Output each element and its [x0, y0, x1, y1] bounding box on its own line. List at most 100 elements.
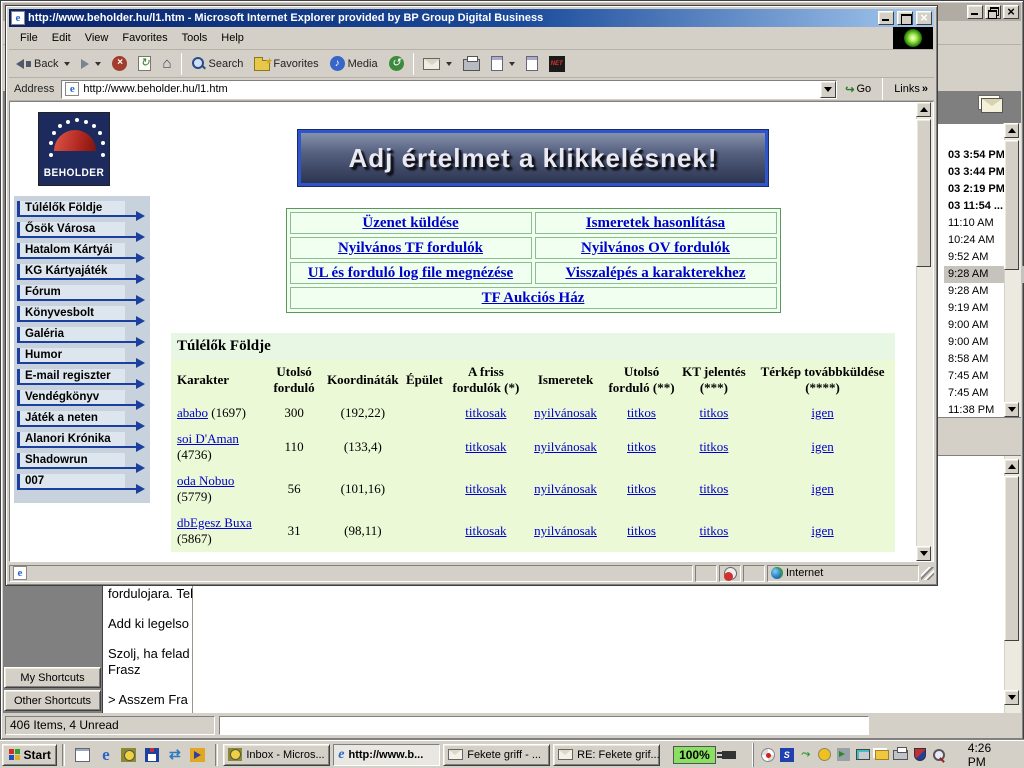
- close-button[interactable]: [916, 11, 932, 25]
- scrollbar-thumb[interactable]: [916, 119, 931, 267]
- magnifier-icon[interactable]: [931, 747, 947, 763]
- printer-icon[interactable]: [893, 747, 909, 763]
- page-scrollbar[interactable]: [916, 102, 933, 561]
- maximize-button[interactable]: [897, 11, 913, 25]
- knowledge-link[interactable]: nyilvánosak: [534, 405, 597, 420]
- map-link[interactable]: igen: [811, 523, 833, 538]
- nav-konyvesbolt[interactable]: Könyvesbolt: [17, 306, 125, 322]
- fresh-link[interactable]: titkosak: [465, 523, 506, 538]
- nav-vendegkonyv[interactable]: Vendégkönyv: [17, 390, 125, 406]
- back-dropdown-icon[interactable]: [64, 62, 70, 66]
- menu-tools[interactable]: Tools: [175, 29, 215, 47]
- message-list-scrollbar[interactable]: [1004, 123, 1021, 417]
- nav-tulelok-foldje[interactable]: Túlélők Földje: [17, 201, 125, 217]
- net-button[interactable]: NET: [544, 53, 570, 75]
- fan-icon[interactable]: [760, 747, 776, 763]
- scroll-down-icon[interactable]: [916, 546, 931, 561]
- messenger-icon[interactable]: [817, 747, 833, 763]
- lastturn-link[interactable]: titkos: [627, 439, 656, 454]
- banner[interactable]: Adj értelmet a klikkelésnek!: [298, 130, 768, 186]
- forward-dropdown-icon[interactable]: [95, 62, 101, 66]
- back-button[interactable]: Back: [11, 55, 75, 73]
- fresh-link[interactable]: titkosak: [465, 405, 506, 420]
- sync-icon[interactable]: ⇄: [166, 746, 183, 763]
- nav-shadowrun[interactable]: Shadowrun: [17, 453, 125, 469]
- report-link[interactable]: titkos: [699, 523, 728, 538]
- knowledge-link[interactable]: nyilvánosak: [534, 439, 597, 454]
- media-player-icon[interactable]: [189, 746, 206, 763]
- nav-alanori-kronika[interactable]: Alanori Krónika: [17, 432, 125, 448]
- mail-dropdown-icon[interactable]: [446, 62, 452, 66]
- link-ul-log-file[interactable]: UL és forduló log file megnézése: [308, 265, 513, 281]
- link-uzenet-kuldese[interactable]: Üzenet küldése: [362, 215, 458, 231]
- fresh-link[interactable]: titkosak: [465, 439, 506, 454]
- floppy-save-icon[interactable]: [143, 746, 160, 763]
- link-nyilvanos-tf-fordulok[interactable]: Nyilvános TF fordulók: [338, 240, 483, 256]
- start-button[interactable]: Start: [2, 744, 57, 766]
- my-shortcuts-button[interactable]: My Shortcuts: [4, 667, 101, 688]
- nav-007[interactable]: 007: [17, 474, 125, 490]
- connection-icon[interactable]: ⤳: [798, 747, 814, 763]
- character-link[interactable]: dbEgesz Buxa: [177, 515, 252, 530]
- task-button-ie-active[interactable]: ehttp://www.b...: [333, 744, 440, 766]
- report-link[interactable]: titkos: [699, 405, 728, 420]
- history-button[interactable]: ↺: [384, 53, 409, 74]
- outlook-close-button[interactable]: [1003, 5, 1019, 19]
- nav-forum[interactable]: Fórum: [17, 285, 125, 301]
- character-link[interactable]: oda Nobuo: [177, 473, 234, 488]
- display-icon[interactable]: [855, 747, 871, 763]
- minimize-button[interactable]: [878, 11, 894, 25]
- links-chevron-icon[interactable]: »: [922, 83, 928, 95]
- menu-edit[interactable]: Edit: [45, 29, 78, 47]
- knowledge-link[interactable]: nyilvánosak: [534, 523, 597, 538]
- nav-humor[interactable]: Humor: [17, 348, 125, 364]
- battery-meter[interactable]: 100%: [673, 746, 736, 764]
- lastturn-link[interactable]: titkos: [627, 481, 656, 496]
- lastturn-link[interactable]: titkos: [627, 405, 656, 420]
- task-button-fekete-griff[interactable]: Fekete griff - ...: [443, 744, 550, 766]
- antivirus-shield-icon[interactable]: [912, 747, 928, 763]
- report-link[interactable]: titkos: [699, 439, 728, 454]
- mail-button[interactable]: [418, 55, 457, 73]
- other-shortcuts-button[interactable]: Other Shortcuts: [4, 690, 101, 711]
- character-link[interactable]: ababo: [177, 405, 208, 420]
- character-link[interactable]: soi D'Aman: [177, 431, 239, 446]
- edit-dropdown-icon[interactable]: [509, 62, 515, 66]
- new-mail-icon[interactable]: [874, 747, 890, 763]
- nav-galeria[interactable]: Galéria: [17, 327, 125, 343]
- task-button-inbox[interactable]: Inbox - Micros...: [223, 744, 330, 766]
- print-button[interactable]: [458, 53, 485, 74]
- scrollbar-thumb[interactable]: [1004, 140, 1019, 270]
- link-tf-aukcios-haz[interactable]: TF Aukciós Ház: [482, 290, 585, 306]
- home-button[interactable]: ⌂: [157, 54, 176, 74]
- menu-favorites[interactable]: Favorites: [115, 29, 174, 47]
- scrollbar-thumb[interactable]: [1004, 476, 1019, 641]
- forward-button[interactable]: [76, 56, 106, 72]
- lastturn-link[interactable]: titkos: [627, 523, 656, 538]
- program-icon[interactable]: S: [779, 747, 795, 763]
- scroll-up-icon[interactable]: [1004, 459, 1019, 474]
- media-button[interactable]: ♪Media: [325, 53, 383, 74]
- link-nyilvanos-ov-fordulok[interactable]: Nyilvános OV fordulók: [581, 240, 730, 256]
- nav-osok-varosa[interactable]: Ősök Városa: [17, 222, 125, 238]
- link-visszalepes[interactable]: Visszalépés a karakterekhez: [566, 265, 746, 281]
- ie-titlebar[interactable]: e http://www.beholder.hu/l1.htm - Micros…: [9, 9, 934, 27]
- scroll-down-icon[interactable]: [1004, 690, 1019, 705]
- map-link[interactable]: igen: [811, 439, 833, 454]
- hardware-eject-icon[interactable]: [836, 747, 852, 763]
- links-toolbar[interactable]: Links»: [890, 83, 932, 95]
- outlook-icon[interactable]: [120, 746, 137, 763]
- search-button[interactable]: Search: [186, 53, 249, 74]
- map-link[interactable]: igen: [811, 481, 833, 496]
- scroll-up-icon[interactable]: [1004, 123, 1019, 138]
- edit-button[interactable]: [486, 53, 520, 74]
- menu-file[interactable]: File: [13, 29, 45, 47]
- address-dropdown-icon[interactable]: [820, 81, 836, 98]
- preview-scrollbar[interactable]: [1004, 456, 1021, 713]
- nav-kg-kartyajatek[interactable]: KG Kártyajáték: [17, 264, 125, 280]
- go-button[interactable]: ↪Go: [841, 81, 875, 98]
- stop-button[interactable]: ×: [107, 53, 132, 74]
- link-ismeretek-hasonlitasa[interactable]: Ismeretek hasonlítása: [586, 215, 725, 231]
- map-link[interactable]: igen: [811, 405, 833, 420]
- menu-view[interactable]: View: [78, 29, 116, 47]
